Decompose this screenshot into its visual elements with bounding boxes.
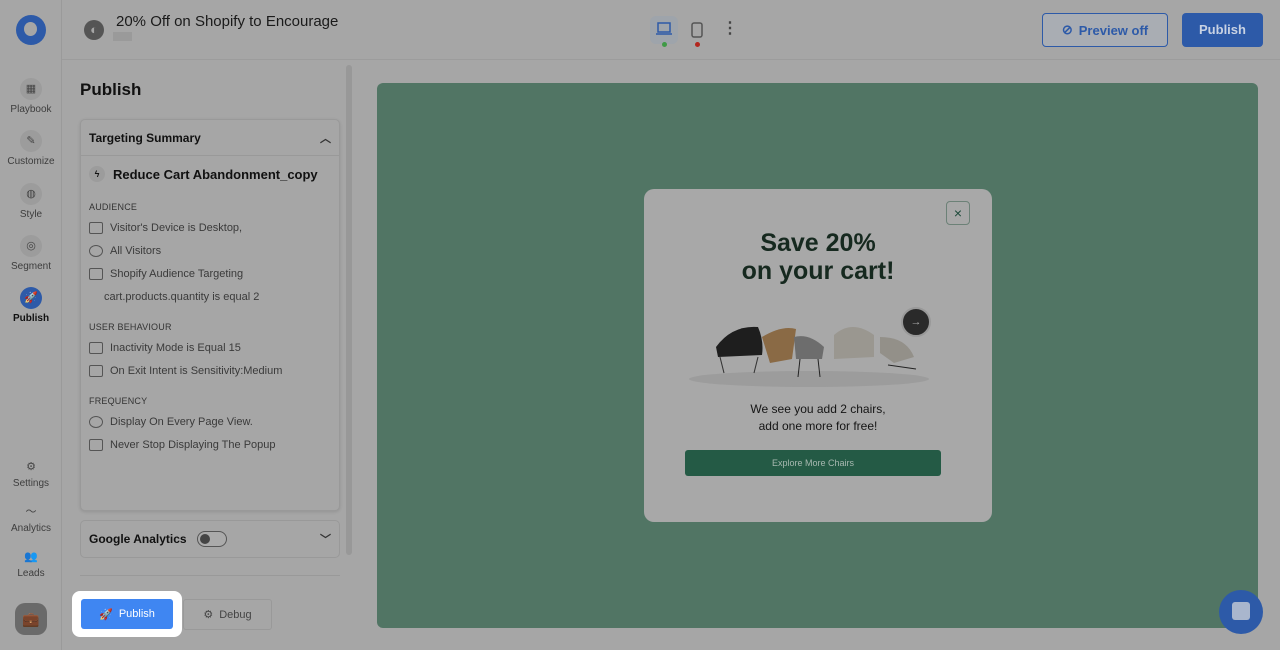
frequency-item: Display On Every Page View.	[81, 410, 339, 433]
campaign-name: Reduce Cart Abandonment_copy	[113, 166, 318, 182]
rail-item-customize[interactable]: ✎ Customize	[0, 130, 62, 167]
panel-scrollbar[interactable]	[346, 65, 352, 555]
bolt-icon: ϟ	[89, 166, 105, 182]
shopify-bag-icon	[89, 267, 103, 280]
rail-label: Leads	[17, 568, 45, 579]
close-icon[interactable]: ×	[946, 201, 970, 225]
google-analytics-label: Google Analytics	[89, 532, 187, 546]
mobile-icon	[691, 22, 703, 38]
chevron-up-icon[interactable]: ︿	[320, 130, 331, 146]
globe-icon: ◐	[84, 20, 104, 40]
status-dot	[662, 42, 667, 47]
grid-icon: ▦	[20, 78, 42, 100]
audience-item: Visitor's Device is Desktop,	[81, 216, 339, 239]
audience-heading: AUDIENCE	[89, 202, 138, 212]
targeting-summary-card: Targeting Summary ︿ ϟ Reduce Cart Abando…	[80, 119, 340, 511]
rail-label: Customize	[7, 156, 55, 167]
desktop-view-button[interactable]	[650, 16, 678, 47]
behaviour-heading: USER BEHAVIOUR	[89, 322, 172, 332]
targeting-summary-header[interactable]: Targeting Summary ︿	[81, 120, 339, 156]
rail-label: Playbook	[10, 104, 52, 115]
left-rail: ▦ Playbook ✎ Customize ◍ Style ◎ Segment…	[0, 0, 62, 650]
behaviour-item: Inactivity Mode is Equal 15	[81, 336, 339, 359]
history-icon	[89, 415, 103, 428]
eye-off-icon: ⊘	[1061, 22, 1073, 37]
debug-label: Debug	[219, 608, 252, 621]
shop-arrow-badge[interactable]: →	[901, 307, 931, 337]
rail-item-settings[interactable]: ⚙ Settings	[0, 456, 62, 489]
users-icon	[89, 244, 103, 257]
rail-item-publish[interactable]: 🚀 Publish	[0, 287, 62, 324]
debug-button[interactable]: ⚙ Debug	[183, 599, 272, 630]
briefcase-icon: 💼	[22, 611, 40, 627]
google-analytics-section[interactable]: Google Analytics ﹀	[80, 520, 340, 558]
divider	[80, 575, 340, 576]
popup-copy: We see you add 2 chairs, add one more fo…	[750, 402, 886, 433]
desktop-icon	[656, 22, 672, 35]
bug-icon: ⚙	[203, 609, 214, 621]
chevron-down-icon[interactable]: ﹀	[320, 531, 331, 547]
mobile-view-button[interactable]	[683, 16, 711, 47]
frequency-item: Never Stop Displaying The Popup	[81, 433, 339, 456]
arrow-right-icon: →	[910, 316, 922, 328]
targeting-summary-title: Targeting Summary	[89, 130, 201, 145]
briefcase-button[interactable]: 💼	[15, 603, 47, 635]
terminal-screen-icon	[89, 438, 103, 451]
chairs-image	[689, 326, 929, 387]
frequency-heading: FREQUENCY	[89, 396, 148, 406]
campaign-title[interactable]: 20% Off on Shopify to Encourage	[116, 13, 338, 30]
subtitle-placeholder	[113, 32, 132, 41]
preview-label: Preview off	[1078, 22, 1149, 38]
publish-button[interactable]: 🚀 Publish	[81, 599, 173, 629]
rail-label: Segment	[10, 261, 52, 272]
rail-label: Style	[19, 209, 43, 220]
top-bar: ◐ 20% Off on Shopify to Encourage ⋮ ⊘ Pr…	[62, 0, 1280, 60]
rail-item-segment[interactable]: ◎ Segment	[0, 235, 62, 272]
app-logo[interactable]	[16, 15, 46, 45]
publish-label: Publish	[118, 608, 155, 620]
rail-item-style[interactable]: ◍ Style	[0, 183, 62, 220]
chat-widget-button[interactable]	[1219, 590, 1263, 634]
preview-canvas: × Save 20% on your cart! → We see you ad…	[377, 83, 1258, 628]
publish-panel: Publish Targeting Summary ︿ ϟ Reduce Car…	[62, 60, 356, 650]
behaviour-item: On Exit Intent is Sensitivity:Medium	[81, 359, 339, 382]
rail-label: Settings	[12, 478, 50, 489]
rail-label: Analytics	[10, 523, 51, 534]
panel-title: Publish	[80, 80, 142, 99]
rail-item-leads[interactable]: 👥 Leads	[0, 546, 62, 579]
explore-more-chairs-button[interactable]: Explore More Chairs	[685, 450, 941, 476]
publish-top-button[interactable]: Publish	[1182, 13, 1263, 47]
audience-condition: cart.products.quantity is equal 2	[104, 290, 260, 303]
audience-item: All Visitors	[81, 239, 339, 262]
google-analytics-toggle[interactable]	[196, 531, 227, 547]
palette-icon: ◍	[20, 183, 42, 205]
target-cursor-icon: ◎	[20, 235, 42, 257]
rail-label: Publish	[12, 313, 50, 324]
popup-preview[interactable]: × Save 20% on your cart! → We see you ad…	[644, 189, 992, 522]
trend-icon: 〜	[25, 506, 37, 518]
rocket-icon: 🚀	[99, 608, 113, 621]
pencil-icon: ✎	[20, 130, 42, 152]
rocket-icon: 🚀	[20, 287, 42, 309]
rail-item-analytics[interactable]: 〜 Analytics	[0, 501, 62, 534]
audience-item: Shopify Audience Targeting	[81, 262, 339, 285]
popup-headline: Save 20% on your cart!	[741, 229, 895, 285]
more-options-icon[interactable]: ⋮	[722, 18, 738, 38]
status-dot	[695, 42, 700, 47]
exit-screen-icon	[89, 364, 103, 377]
gear-icon: ⚙	[26, 461, 36, 473]
devices-icon	[89, 221, 103, 234]
campaign-name-row: ϟ Reduce Cart Abandonment_copy	[81, 156, 339, 188]
copy-icon	[89, 341, 103, 354]
users-icon: 👥	[24, 551, 38, 563]
rail-item-playbook[interactable]: ▦ Playbook	[0, 78, 62, 115]
preview-toggle-button[interactable]: ⊘ Preview off	[1042, 13, 1168, 47]
